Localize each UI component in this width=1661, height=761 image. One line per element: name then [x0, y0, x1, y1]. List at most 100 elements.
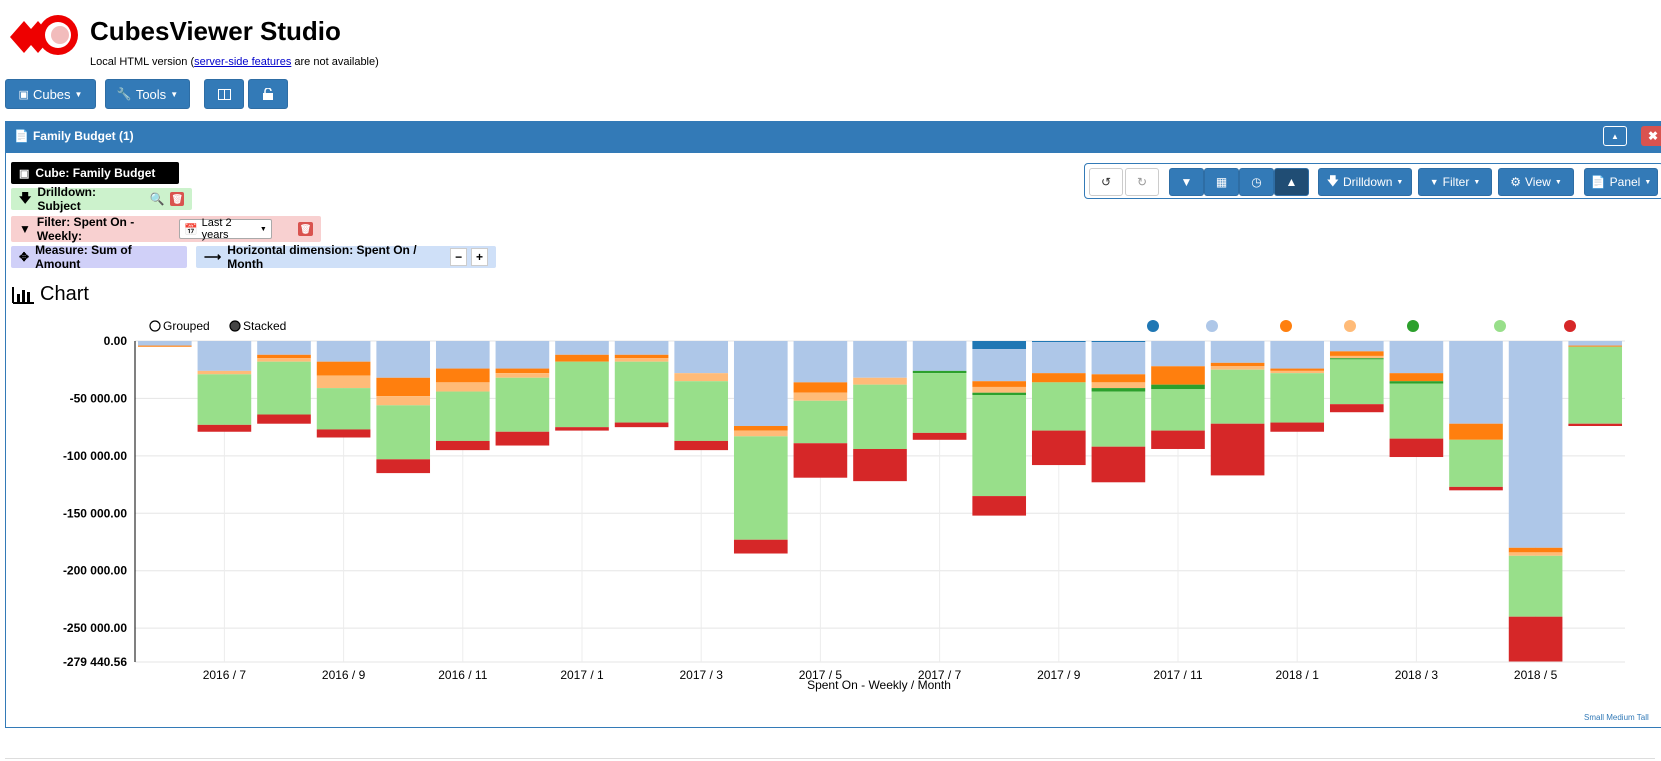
- bar-segment[interactable]: [912, 341, 967, 371]
- bar-segment[interactable]: [495, 373, 550, 378]
- bar-segment[interactable]: [1508, 341, 1563, 548]
- facts-view-button[interactable]: ▦: [1204, 168, 1239, 196]
- search-icon[interactable]: 🔍: [149, 192, 164, 206]
- bar-segment[interactable]: [1151, 384, 1205, 390]
- bar-segment[interactable]: [435, 382, 490, 392]
- bar-segment[interactable]: [972, 496, 1027, 516]
- delete-drilldown-button[interactable]: 🗑: [170, 192, 184, 206]
- bar-segment[interactable]: [376, 396, 431, 406]
- series-view-button[interactable]: ◷: [1239, 168, 1274, 196]
- bar-segment[interactable]: [1091, 374, 1146, 383]
- bar-segment[interactable]: [733, 430, 788, 437]
- bar-segment[interactable]: [555, 361, 609, 428]
- bar-segment[interactable]: [793, 392, 848, 401]
- columns-button[interactable]: [204, 79, 244, 109]
- bar-segment[interactable]: [972, 349, 1027, 382]
- bar-segment[interactable]: [316, 429, 371, 438]
- bar-segment[interactable]: [733, 539, 788, 554]
- bar-segment[interactable]: [1329, 351, 1384, 356]
- bar-segment[interactable]: [1389, 383, 1444, 439]
- bar-segment[interactable]: [1508, 616, 1563, 662]
- bar-segment[interactable]: [1270, 422, 1325, 432]
- bar-segment[interactable]: [257, 354, 311, 359]
- bar-segment[interactable]: [257, 358, 311, 362]
- bar-segment[interactable]: [1568, 341, 1623, 346]
- bar-segment[interactable]: [614, 341, 669, 355]
- drilldown-menu-button[interactable]: 🡇 Drilldown ▼: [1318, 168, 1412, 196]
- bar-segment[interactable]: [853, 341, 907, 378]
- bar-segment[interactable]: [614, 361, 669, 423]
- bar-segment[interactable]: [495, 341, 550, 369]
- bar-segment[interactable]: [1031, 373, 1086, 383]
- collapse-panel-button[interactable]: ▲: [1603, 126, 1627, 146]
- bar-segment[interactable]: [1329, 358, 1384, 360]
- bar-segment[interactable]: [793, 443, 848, 478]
- lock-button[interactable]: [248, 79, 288, 109]
- bar-segment[interactable]: [197, 424, 252, 432]
- chart-view-button[interactable]: ▲: [1274, 168, 1309, 196]
- bar-segment[interactable]: [1031, 342, 1086, 374]
- bar-segment[interactable]: [316, 341, 371, 362]
- bar-segment[interactable]: [1329, 404, 1384, 413]
- bar-segment[interactable]: [614, 354, 669, 359]
- bar-segment[interactable]: [1508, 555, 1563, 617]
- cube-tag[interactable]: ▣ Cube: Family Budget: [11, 162, 179, 184]
- panel-menu-button[interactable]: 📄 Panel ▼: [1584, 168, 1658, 196]
- bar-segment[interactable]: [674, 381, 729, 441]
- bar-segment[interactable]: [1389, 341, 1444, 374]
- bar-segment[interactable]: [972, 386, 1027, 393]
- bar-segment[interactable]: [1270, 370, 1325, 374]
- explore-view-button[interactable]: ▼: [1169, 168, 1204, 196]
- bar-segment[interactable]: [1449, 423, 1503, 440]
- bar-segment[interactable]: [316, 388, 371, 430]
- legend-swatch[interactable]: [1407, 320, 1419, 332]
- bar-segment[interactable]: [1151, 389, 1205, 431]
- bar-segment[interactable]: [1449, 439, 1503, 487]
- bar-segment[interactable]: [1270, 341, 1325, 369]
- bar-segment[interactable]: [555, 341, 609, 355]
- legend-swatch[interactable]: [1206, 320, 1218, 332]
- bar-segment[interactable]: [1210, 369, 1265, 424]
- bar-segment[interactable]: [1389, 373, 1444, 382]
- chart-size-links[interactable]: Small Medium Tall: [1584, 713, 1649, 722]
- bar-segment[interactable]: [1210, 341, 1265, 363]
- bar-segment[interactable]: [1091, 382, 1146, 389]
- bar-segment[interactable]: [495, 431, 550, 446]
- bar-segment[interactable]: [1508, 552, 1563, 556]
- bar-segment[interactable]: [1389, 381, 1444, 384]
- legend-swatch[interactable]: [1280, 320, 1292, 332]
- bar-segment[interactable]: [1210, 362, 1265, 367]
- bar-segment[interactable]: [1031, 430, 1086, 466]
- bar-segment[interactable]: [972, 394, 1027, 497]
- bar-segment[interactable]: [853, 384, 907, 449]
- bar-segment[interactable]: [376, 341, 431, 378]
- bar-segment[interactable]: [137, 341, 192, 346]
- bar-segment[interactable]: [674, 373, 729, 382]
- bar-segment[interactable]: [1270, 373, 1325, 423]
- bar-segment[interactable]: [1329, 359, 1384, 405]
- zoom-in-button[interactable]: +: [471, 248, 488, 266]
- bar-segment[interactable]: [853, 448, 907, 482]
- bar-segment[interactable]: [197, 341, 252, 371]
- bar-segment[interactable]: [1568, 423, 1623, 427]
- bar-segment[interactable]: [257, 341, 311, 355]
- bar-segment[interactable]: [1210, 366, 1265, 370]
- bar-segment[interactable]: [1449, 486, 1503, 491]
- bar-segment[interactable]: [1210, 423, 1265, 476]
- bar-segment[interactable]: [435, 368, 490, 383]
- bar-segment[interactable]: [1091, 388, 1146, 392]
- redo-button[interactable]: ↻: [1125, 168, 1159, 196]
- grouped-toggle[interactable]: Grouped: [149, 319, 210, 333]
- bar-segment[interactable]: [376, 459, 431, 474]
- bar-segment[interactable]: [555, 427, 609, 431]
- close-panel-button[interactable]: ✖: [1641, 126, 1661, 146]
- bar-segment[interactable]: [1449, 341, 1503, 424]
- legend-swatch[interactable]: [1147, 320, 1159, 332]
- bar-segment[interactable]: [674, 440, 729, 451]
- bar-segment[interactable]: [733, 426, 788, 431]
- bar-segment[interactable]: [733, 436, 788, 540]
- stacked-toggle[interactable]: Stacked: [229, 319, 286, 333]
- bar-segment[interactable]: [257, 361, 311, 415]
- server-side-features-link[interactable]: server-side features: [194, 56, 291, 68]
- bar-segment[interactable]: [435, 391, 490, 441]
